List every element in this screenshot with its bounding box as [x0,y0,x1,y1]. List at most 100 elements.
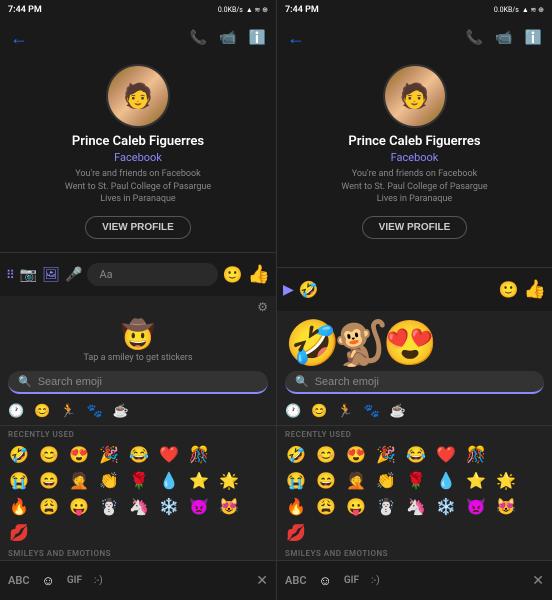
emoji-catface-right[interactable]: 😻 [491,493,521,519]
mic-icon-left[interactable]: 🎤 [65,267,82,283]
like-icon-left[interactable]: 👍 [248,264,270,285]
search-input-left[interactable] [38,376,258,388]
emoji-heart-right[interactable]: ❤️ [431,441,461,467]
kb-abc-right[interactable]: ABC [285,574,307,587]
emoji-weary-left[interactable]: 😩 [34,493,64,519]
emoji-unicorn-left[interactable]: 🦄 [124,493,154,519]
emoji-lips-left[interactable]: 💋 [4,519,34,545]
emoji-sparkle-left[interactable]: 🌟 [214,467,244,493]
emoji-drop-left[interactable]: 💧 [154,467,184,493]
emoji-facepalm-right[interactable]: 🤦 [341,467,371,493]
emoji-party-right[interactable]: 🎉 [371,441,401,467]
emoji-tabs-left: 🕐 😊 🏃 🐾 ☕ [0,398,276,426]
emoji-star-right[interactable]: ⭐ [461,467,491,493]
back-button-right[interactable]: ← [287,28,305,49]
emoji-imp-left[interactable]: 👿 [184,493,214,519]
emoji-hearts-left[interactable]: 😍 [64,441,94,467]
emoji-search-right[interactable]: 🔍 [285,371,544,394]
info-icon-right[interactable]: ℹ️ [525,30,542,46]
kb-emoji-tab-right[interactable]: ☺ [319,573,332,589]
emoji-cry-left[interactable]: 😭 [4,467,34,493]
phone-icon-right[interactable]: 📞 [466,30,483,46]
emoji-clap-right[interactable]: 👏 [371,467,401,493]
emoji-search-left[interactable]: 🔍 [8,371,268,394]
emoji-fire-left[interactable]: 🔥 [4,493,34,519]
emoji-smile-left[interactable]: 😊 [34,441,64,467]
kb-gif-left[interactable]: GIF [67,575,82,586]
like-icon-right[interactable]: 👍 [524,279,546,300]
top-nav-right: ← 📞 📹 ℹ️ [277,20,552,56]
emoji-catface-left[interactable]: 😻 [214,493,244,519]
video-icon-left[interactable]: 📹 [219,30,236,46]
sticker-icon-right[interactable]: ▶ [283,282,294,298]
tab-recent-right[interactable]: 🕐 [285,404,301,419]
emoji-drop-right[interactable]: 💧 [431,467,461,493]
emoji-rose-right[interactable]: 🌹 [401,467,431,493]
emoji-star-left[interactable]: ⭐ [184,467,214,493]
emoji-laugh-left[interactable]: 🤣 [4,441,34,467]
tab-smiley-right[interactable]: 😊 [311,404,327,419]
emoji-smile-right[interactable]: 😊 [311,441,341,467]
emoji-facepalm-left[interactable]: 🤦 [64,467,94,493]
tab-smiley-left[interactable]: 😊 [34,404,50,419]
emoji-clap-left[interactable]: 👏 [94,467,124,493]
tab-recent-left[interactable]: 🕐 [8,404,24,419]
left-panel: 7:44 PM 0.0KB/s ▲ ≋ ⊕ ← 📞 📹 ℹ️ 🧑 Prince … [0,0,276,600]
emoji-laugh-right[interactable]: 🤣 [281,441,311,467]
image-icon-left[interactable]: 🖼 [42,267,60,283]
emoji-heart-left[interactable]: ❤️ [154,441,184,467]
emoji-fire-right[interactable]: 🔥 [281,493,311,519]
emoji-snowman-right[interactable]: ☃️ [371,493,401,519]
kb-emoji-tab-left[interactable]: ☺ [42,573,55,589]
emoji-tongue-left[interactable]: 😛 [64,493,94,519]
settings-icon-left[interactable]: ⚙ [257,300,268,314]
emoji-lips-right[interactable]: 💋 [281,519,311,545]
emoji-snowman-left[interactable]: ☃️ [94,493,124,519]
sticker-emoji-right[interactable]: 🤣 [299,280,319,299]
emoji-icon-right[interactable]: 🙂 [499,280,519,299]
status-bar-left: 7:44 PM 0.0KB/s ▲ ≋ ⊕ [0,0,276,20]
tab-animal-left[interactable]: 🐾 [87,404,103,419]
emoji-joy-left[interactable]: 😂 [124,441,154,467]
tab-people-right[interactable]: 🏃 [337,404,353,419]
emoji-joy-right[interactable]: 😂 [401,441,431,467]
tab-food-left[interactable]: ☕ [113,404,129,419]
grid-icon-left[interactable]: ⠿ [6,268,15,282]
tab-food-right[interactable]: ☕ [390,404,406,419]
kb-sticker-right[interactable]: :-) [371,575,380,586]
sticker-promo-text-left: Tap a smiley to get stickers [84,353,193,363]
search-input-right[interactable] [315,376,534,388]
message-input-left[interactable]: Aa [87,263,217,286]
emoji-grin-right[interactable]: 😄 [311,467,341,493]
emoji-unicorn-right[interactable]: 🦄 [401,493,431,519]
kb-gif-right[interactable]: GIF [344,575,359,586]
emoji-confetti-right[interactable]: 🎊 [461,441,491,467]
emoji-weary-right[interactable]: 😩 [311,493,341,519]
emoji-hearts-right[interactable]: 😍 [341,441,371,467]
kb-abc-left[interactable]: ABC [8,574,30,587]
back-button-left[interactable]: ← [10,28,28,49]
kb-sticker-left[interactable]: :-) [94,575,103,586]
kb-close-right[interactable]: ✕ [532,573,544,589]
emoji-sparkle-right[interactable]: 🌟 [491,467,521,493]
view-profile-button-right[interactable]: VIEW PROFILE [362,216,468,239]
emoji-confetti-left[interactable]: 🎊 [184,441,214,467]
emoji-party-left[interactable]: 🎉 [94,441,124,467]
emoji-cry-right[interactable]: 😭 [281,467,311,493]
avatar-image-left: 🧑 [108,66,168,126]
emoji-imp-right[interactable]: 👿 [461,493,491,519]
emoji-rose-left[interactable]: 🌹 [124,467,154,493]
kb-close-left[interactable]: ✕ [256,573,268,589]
info-icon-left[interactable]: ℹ️ [249,30,266,46]
tab-animal-right[interactable]: 🐾 [364,404,380,419]
video-icon-right[interactable]: 📹 [495,30,512,46]
emoji-icon-left[interactable]: 🙂 [223,265,243,284]
emoji-tongue-right[interactable]: 😛 [341,493,371,519]
emoji-snow-left[interactable]: ❄️ [154,493,184,519]
phone-icon-left[interactable]: 📞 [190,30,207,46]
emoji-snow-right[interactable]: ❄️ [431,493,461,519]
view-profile-button-left[interactable]: VIEW PROFILE [85,216,191,239]
tab-people-left[interactable]: 🏃 [60,404,76,419]
camera-icon-left[interactable]: 📷 [20,267,37,283]
emoji-grin-left[interactable]: 😄 [34,467,64,493]
